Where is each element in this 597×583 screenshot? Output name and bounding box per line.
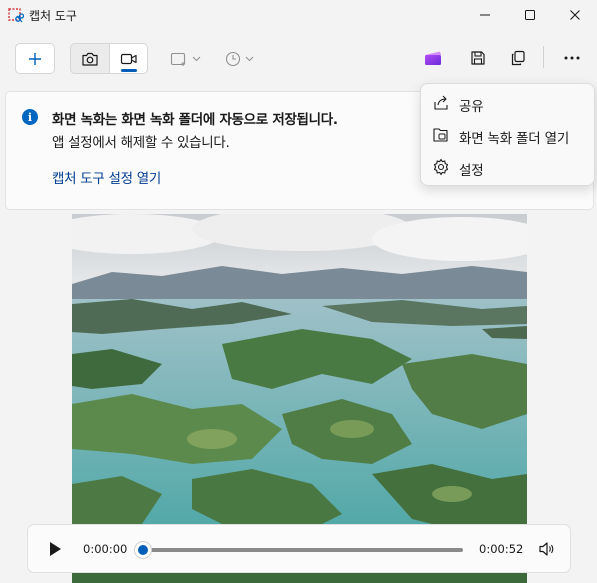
minimize-icon (480, 14, 490, 16)
chevron-down-icon (192, 56, 201, 62)
clock-icon (225, 51, 241, 67)
delay-timer-dropdown[interactable] (225, 48, 254, 70)
maximize-icon (525, 10, 535, 20)
more-icon (564, 56, 580, 60)
close-button[interactable] (552, 0, 597, 30)
menu-item-label: 화면 녹화 폴더 열기 (459, 131, 570, 147)
video-camera-icon (120, 53, 137, 64)
toolbar (0, 36, 597, 80)
save-button[interactable] (467, 47, 489, 69)
camera-icon (82, 52, 98, 66)
clipchamp-icon (425, 51, 441, 65)
total-duration: 0:00:52 (479, 542, 524, 556)
plus-icon (29, 52, 41, 65)
title-bar: 캡처 도구 (0, 0, 597, 30)
snip-mode-button[interactable] (71, 44, 109, 73)
notice-body: 앱 설정에서 해제할 수 있습니다. (52, 135, 230, 151)
open-settings-link[interactable]: 캡처 도구 설정 열기 (52, 167, 161, 187)
notice-title: 화면 녹화는 화면 녹화 폴더에 자동으로 저장됩니다. (52, 112, 338, 128)
chevron-down-icon (245, 56, 254, 62)
capture-mode-toggle (70, 43, 148, 74)
share-icon (434, 95, 448, 110)
copy-icon (511, 50, 525, 66)
menu-item-settings[interactable]: 설정 (421, 152, 596, 182)
edit-in-clipchamp-button[interactable] (422, 47, 444, 69)
snipping-tool-logo-icon (8, 8, 24, 23)
toolbar-divider (543, 46, 544, 68)
record-mode-button[interactable] (109, 44, 147, 73)
close-icon (570, 10, 580, 20)
gear-icon (433, 158, 449, 176)
selected-mode-indicator (121, 69, 137, 72)
snip-shape-dropdown[interactable] (170, 48, 201, 70)
more-options-menu: 공유 화면 녹화 폴더 열기 설정 (420, 83, 595, 186)
minimize-button[interactable] (462, 0, 508, 30)
play-icon[interactable] (46, 540, 64, 558)
new-capture-button[interactable] (15, 43, 55, 74)
window-title: 캡처 도구 (29, 9, 77, 23)
volume-icon[interactable] (538, 540, 556, 558)
more-options-button[interactable] (561, 47, 583, 69)
seek-bar[interactable] (143, 548, 463, 552)
seek-thumb[interactable] (134, 541, 152, 559)
media-player: 0:00:00 0:00:52 (27, 524, 571, 573)
menu-item-share[interactable]: 공유 (421, 88, 596, 118)
info-icon: i (22, 109, 38, 125)
menu-item-label: 설정 (459, 163, 484, 179)
current-time: 0:00:00 (83, 542, 128, 556)
menu-item-label: 공유 (459, 99, 484, 115)
maximize-button[interactable] (507, 0, 553, 30)
rectangle-add-icon (170, 52, 186, 66)
copy-button[interactable] (507, 47, 529, 69)
save-icon (471, 51, 485, 65)
menu-item-open-recordings-folder[interactable]: 화면 녹화 폴더 열기 (421, 120, 596, 150)
folder-open-icon (433, 128, 448, 142)
